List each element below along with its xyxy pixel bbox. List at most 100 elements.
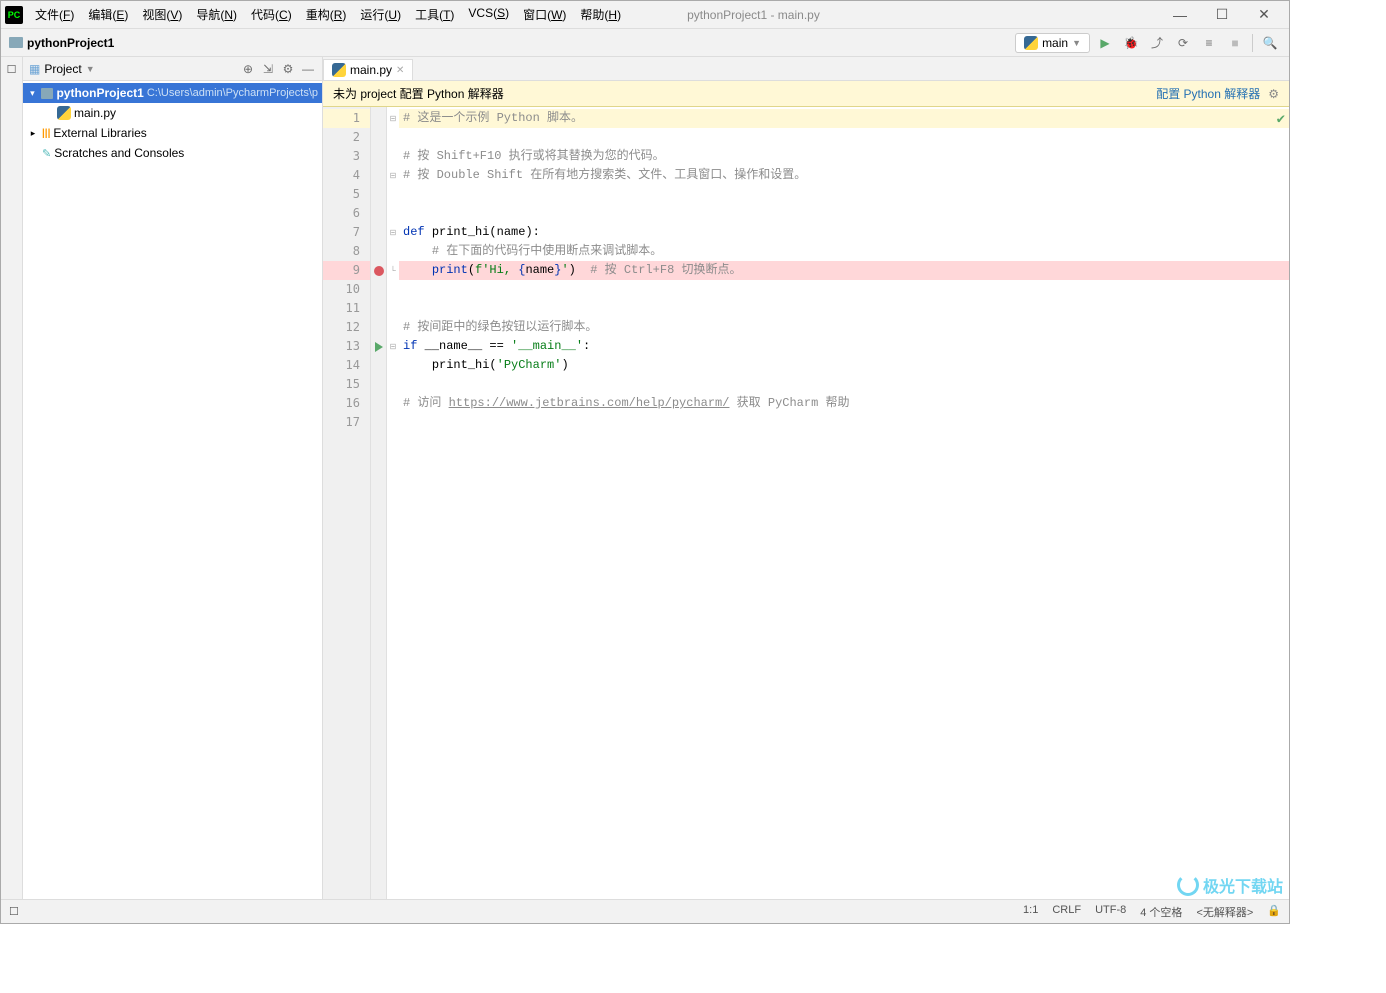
menu-v[interactable]: 视图(V) (136, 3, 188, 26)
line-number[interactable]: 14 (323, 356, 370, 375)
caret-position[interactable]: 1:1 (1023, 904, 1038, 920)
code-line[interactable] (399, 204, 1289, 223)
code-line[interactable]: # 这是一个示例 Python 脚本。 (399, 109, 1289, 128)
profile-button[interactable]: ⟳ (1172, 32, 1194, 54)
line-number[interactable]: 5 (323, 185, 370, 204)
gutter-icons[interactable] (371, 107, 387, 899)
line-separator[interactable]: CRLF (1052, 904, 1081, 920)
code-line[interactable] (399, 375, 1289, 394)
code-line[interactable]: def print_hi(name): (399, 223, 1289, 242)
code-line[interactable] (399, 413, 1289, 432)
editor-tab-main[interactable]: main.py ✕ (323, 59, 413, 80)
code-line[interactable]: # 按 Shift+F10 执行或将其替换为您的代码。 (399, 147, 1289, 166)
line-number[interactable]: 2 (323, 128, 370, 147)
line-number[interactable]: 8 (323, 242, 370, 261)
line-number-gutter[interactable]: 1234567891011121314151617 (323, 107, 371, 899)
line-number[interactable]: 13 (323, 337, 370, 356)
menu-h[interactable]: 帮助(H) (574, 3, 627, 26)
fold-icon[interactable]: ⊟ (387, 109, 399, 128)
line-number[interactable]: 7 (323, 223, 370, 242)
chevron-down-icon: ▼ (1072, 38, 1081, 48)
code-line[interactable] (399, 128, 1289, 147)
stop-button[interactable]: ■ (1224, 32, 1246, 54)
tool-window-toggle-icon[interactable]: ☐ (9, 905, 19, 918)
search-everywhere-button[interactable]: 🔍 (1259, 32, 1281, 54)
fold-icon[interactable]: ⊟ (387, 166, 399, 185)
menu-r[interactable]: 重构(R) (300, 3, 353, 26)
file-encoding[interactable]: UTF-8 (1095, 904, 1126, 920)
run-gutter-icon[interactable] (375, 342, 383, 352)
interpreter-status[interactable]: <无解释器> (1196, 904, 1253, 920)
menu-e[interactable]: 编辑(E) (82, 3, 134, 26)
code-line[interactable]: # 按 Double Shift 在所有地方搜索类、文件、工具窗口、操作和设置。 (399, 166, 1289, 185)
tree-external-libraries[interactable]: ▸ ||| External Libraries (23, 123, 322, 143)
project-tree[interactable]: ▾ pythonProject1 C:\Users\admin\PycharmP… (23, 81, 322, 165)
line-number[interactable]: 12 (323, 318, 370, 337)
run-configuration-selector[interactable]: main ▼ (1015, 33, 1090, 53)
code-line[interactable]: print(f'Hi, {name}') # 按 Ctrl+F8 切换断点。 (399, 261, 1289, 280)
inspection-ok-icon[interactable]: ✔ (1277, 111, 1285, 128)
code-editor[interactable]: 1234567891011121314151617 ⊟⊟⊟└⊟ ✔ # 这是一个… (323, 107, 1289, 899)
menu-s[interactable]: VCS(S) (462, 3, 515, 26)
code-line[interactable]: # 在下面的代码行中使用断点来调试脚本。 (399, 242, 1289, 261)
code-line[interactable]: print_hi('PyCharm') (399, 356, 1289, 375)
code-line[interactable] (399, 299, 1289, 318)
menu-n[interactable]: 导航(N) (190, 3, 243, 26)
line-number[interactable]: 11 (323, 299, 370, 318)
chevron-down-icon[interactable]: ▼ (86, 64, 95, 74)
menu-f[interactable]: 文件(F) (29, 3, 80, 26)
debug-button[interactable]: 🐞 (1120, 32, 1142, 54)
fold-column[interactable]: ⊟ ⊟ ⊟ └ ⊟ (387, 107, 399, 899)
line-number[interactable]: 9 (323, 261, 370, 280)
close-tab-icon[interactable]: ✕ (396, 65, 404, 76)
configure-interpreter-link[interactable]: 配置 Python 解释器 (1156, 85, 1260, 102)
settings-icon[interactable]: ⚙ (280, 62, 296, 76)
fold-icon[interactable]: ⊟ (387, 337, 399, 356)
project-panel-title[interactable]: Project (44, 62, 81, 76)
line-number[interactable]: 1 (323, 109, 370, 128)
sidebar-stripe[interactable]: ☐ (1, 57, 23, 899)
tree-file[interactable]: main.py (23, 103, 322, 123)
line-number[interactable]: 10 (323, 280, 370, 299)
line-number[interactable]: 16 (323, 394, 370, 413)
menu-t[interactable]: 工具(T) (409, 3, 460, 26)
line-number[interactable]: 4 (323, 166, 370, 185)
line-number[interactable]: 6 (323, 204, 370, 223)
attach-button[interactable]: ≡ (1198, 32, 1220, 54)
code-line[interactable] (399, 185, 1289, 204)
run-config-label: main (1042, 36, 1068, 50)
breakpoint-icon[interactable] (374, 266, 384, 276)
tree-scratches[interactable]: ✎ Scratches and Consoles (23, 143, 322, 163)
fold-icon[interactable]: ⊟ (387, 223, 399, 242)
fold-icon (387, 280, 399, 299)
tree-root[interactable]: ▾ pythonProject1 C:\Users\admin\PycharmP… (23, 83, 322, 103)
menu-c[interactable]: 代码(C) (245, 3, 298, 26)
menu-w[interactable]: 窗口(W) (517, 3, 572, 26)
banner-settings-icon[interactable]: ⚙ (1268, 87, 1279, 101)
maximize-button[interactable]: ☐ (1201, 1, 1243, 29)
code-line[interactable]: # 访问 https://www.jetbrains.com/help/pych… (399, 394, 1289, 413)
chevron-down-icon[interactable]: ▾ (27, 88, 38, 99)
library-icon: ||| (42, 128, 50, 139)
lock-icon[interactable]: 🔒 (1267, 904, 1281, 920)
indent-info[interactable]: 4 个空格 (1140, 904, 1182, 920)
menu-u[interactable]: 运行(U) (354, 3, 407, 26)
fold-icon[interactable]: └ (387, 261, 399, 280)
project-path: C:\Users\admin\PycharmProjects\p (147, 87, 318, 99)
chevron-right-icon[interactable]: ▸ (27, 128, 39, 139)
hide-icon[interactable]: ― (300, 62, 316, 76)
code-line[interactable] (399, 280, 1289, 299)
code-content[interactable]: ✔ # 这是一个示例 Python 脚本。 # 按 Shift+F10 执行或将其… (399, 107, 1289, 899)
line-number[interactable]: 17 (323, 413, 370, 432)
run-with-coverage-button[interactable]: ⤴ (1146, 32, 1168, 54)
close-button[interactable]: ✕ (1243, 1, 1285, 29)
minimize-button[interactable]: ― (1159, 1, 1201, 29)
line-number[interactable]: 3 (323, 147, 370, 166)
expand-all-icon[interactable]: ⇲ (260, 62, 276, 76)
code-line[interactable]: # 按间距中的绿色按钮以运行脚本。 (399, 318, 1289, 337)
code-line[interactable]: if __name__ == '__main__': (399, 337, 1289, 356)
select-opened-file-icon[interactable]: ⊕ (240, 62, 256, 76)
run-button[interactable]: ▶ (1094, 32, 1116, 54)
line-number[interactable]: 15 (323, 375, 370, 394)
breadcrumb[interactable]: pythonProject1 (9, 36, 114, 50)
